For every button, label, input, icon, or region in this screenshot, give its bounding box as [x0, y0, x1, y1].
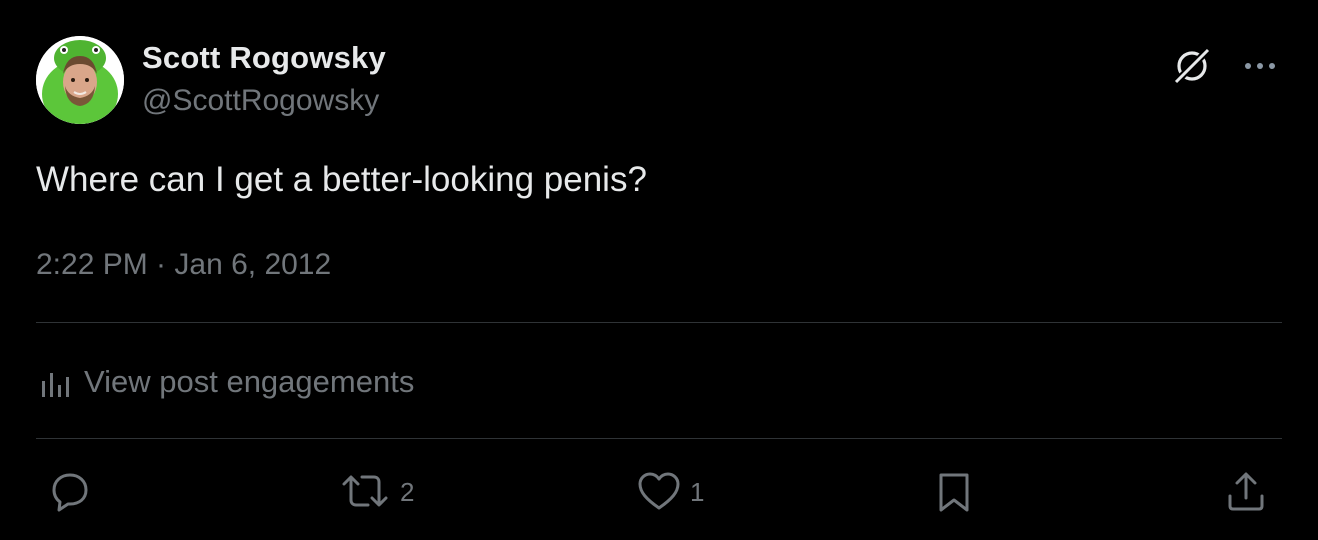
- reply-button[interactable]: [46, 470, 100, 514]
- share-icon: [1228, 472, 1264, 511]
- bookmark-icon: [939, 473, 969, 512]
- post-card: Scott Rogowsky @ScottRogowsky Where can …: [0, 0, 1318, 540]
- divider: [36, 438, 1282, 439]
- bar-chart-icon: [42, 373, 69, 397]
- repost-count: 2: [400, 476, 415, 507]
- share-button[interactable]: [1224, 470, 1276, 514]
- avatar[interactable]: [36, 36, 124, 124]
- repost-button[interactable]: 2: [338, 470, 414, 514]
- view-engagements-label: View post engagements: [84, 364, 415, 399]
- more-horizontal-icon[interactable]: [1240, 50, 1280, 82]
- bookmark-button[interactable]: [932, 470, 984, 514]
- author-handle[interactable]: @ScottRogowsky: [142, 84, 379, 118]
- repost-icon: [342, 475, 388, 507]
- author-display-name[interactable]: Scott Rogowsky: [142, 40, 386, 76]
- divider: [36, 322, 1282, 323]
- post-timestamp[interactable]: 2:22 PM · Jan 6, 2012: [36, 248, 331, 282]
- like-count: 1: [690, 476, 705, 507]
- heart-icon: [638, 472, 680, 510]
- reply-icon: [52, 473, 88, 512]
- view-engagements-link[interactable]: View post engagements: [36, 360, 414, 404]
- like-button[interactable]: 1: [636, 470, 704, 514]
- grok-icon[interactable]: [1170, 44, 1214, 88]
- post-text: Where can I get a better-looking penis?: [36, 160, 647, 199]
- avatar-photo-icon: [36, 36, 124, 124]
